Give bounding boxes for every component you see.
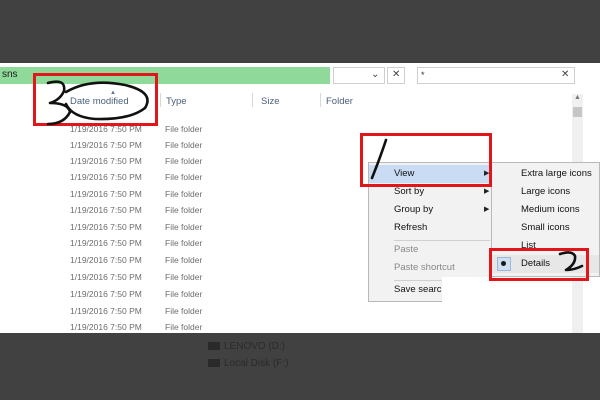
menu-item-label: Sort by	[394, 186, 425, 197]
drive-item-local-disk[interactable]: Local Disk (F:)	[208, 358, 288, 369]
top-dark-area	[0, 0, 600, 63]
table-row[interactable]: 1/19/2016 7:50 PM File folder	[0, 138, 360, 154]
type-cell: File folder	[165, 322, 203, 332]
menu-item-label: Group by	[394, 204, 434, 215]
menu-item-paste-shortcut[interactable]: Paste shortcut	[369, 259, 493, 277]
date-cell: 1/19/2016 7:50 PM	[70, 140, 142, 150]
submenu-item-extra-large-icons[interactable]: Extra large icons	[492, 165, 599, 183]
address-text: sns	[2, 69, 18, 80]
table-row[interactable]: 1/19/2016 7:50 PM File folder	[0, 304, 360, 320]
address-dropdown[interactable]: ⌄	[333, 67, 385, 84]
table-row[interactable]: 1/19/2016 7:50 PM File folder	[0, 270, 360, 286]
close-icon[interactable]: ✕	[561, 69, 569, 80]
scroll-thumb[interactable]	[573, 107, 582, 117]
submenu-item-label: Extra large icons	[521, 168, 592, 179]
menu-item-label: Refresh	[394, 222, 428, 233]
type-cell: File folder	[165, 156, 203, 166]
submenu-item-label: Small icons	[521, 222, 570, 233]
date-cell: 1/19/2016 7:50 PM	[70, 289, 142, 299]
drive-label: Local Disk (F:)	[224, 358, 289, 369]
annotation-box-details	[489, 248, 589, 281]
type-cell: File folder	[165, 140, 203, 150]
drive-label: LENOVO (D:)	[224, 341, 286, 352]
menu-item-group-by[interactable]: Group by ▶	[369, 201, 493, 219]
menu-item-refresh[interactable]: Refresh	[369, 219, 493, 237]
table-row[interactable]: 1/19/2016 7:50 PM File folder	[0, 170, 360, 186]
chevron-right-icon: ▶	[484, 206, 490, 213]
date-cell: 1/19/2016 7:50 PM	[70, 238, 142, 248]
column-header-type[interactable]: Type	[166, 96, 187, 107]
table-row[interactable]: 1/19/2016 7:50 PM File folder	[0, 154, 360, 170]
type-cell: File folder	[165, 189, 203, 199]
annotation-box-view	[360, 133, 492, 187]
table-row[interactable]: 1/19/2016 7:50 PM File folder	[0, 287, 360, 303]
type-cell: File folder	[165, 222, 203, 232]
type-cell: File folder	[165, 289, 203, 299]
date-cell: 1/19/2016 7:50 PM	[70, 272, 142, 282]
date-cell: 1/19/2016 7:50 PM	[70, 189, 142, 199]
submenu-item-label: Medium icons	[521, 204, 580, 215]
menu-item-label: Paste	[394, 244, 419, 255]
menu-item-paste[interactable]: Paste	[369, 241, 493, 259]
drive-icon	[208, 342, 220, 351]
type-cell: File folder	[165, 306, 203, 316]
column-divider[interactable]	[160, 93, 161, 107]
type-cell: File folder	[165, 205, 203, 215]
close-icon[interactable]: ✕	[392, 69, 400, 80]
drive-item-lenovo[interactable]: LENOVO (D:)	[208, 341, 285, 352]
date-cell: 1/19/2016 7:50 PM	[70, 205, 142, 215]
type-cell: File folder	[165, 255, 203, 265]
type-cell: File folder	[165, 238, 203, 248]
submenu-item-small-icons[interactable]: Small icons	[492, 219, 599, 237]
submenu-item-label: Large icons	[521, 186, 571, 197]
date-cell: 1/19/2016 7:50 PM	[70, 172, 142, 182]
date-cell: 1/19/2016 7:50 PM	[70, 306, 142, 316]
type-cell: File folder	[165, 272, 203, 282]
search-text: *	[421, 70, 425, 80]
date-cell: 1/19/2016 7:50 PM	[70, 322, 142, 332]
annotation-box-date-modified	[33, 73, 158, 126]
date-cell: 1/19/2016 7:50 PM	[70, 255, 142, 265]
table-row[interactable]: 1/19/2016 7:50 PM File folder	[0, 203, 360, 219]
menu-item-label: Paste shortcut	[394, 262, 455, 273]
column-header-size[interactable]: Size	[261, 96, 279, 107]
date-cell: 1/19/2016 7:50 PM	[70, 222, 142, 232]
column-divider[interactable]	[320, 93, 321, 107]
blank-overlay	[442, 277, 558, 317]
table-row[interactable]: 1/19/2016 7:50 PM File folder	[0, 220, 360, 236]
date-cell: 1/19/2016 7:50 PM	[70, 156, 142, 166]
bottom-dark-area: LENOVO (D:) Local Disk (F:)	[0, 333, 600, 400]
submenu-item-large-icons[interactable]: Large icons	[492, 183, 599, 201]
table-row[interactable]: 1/19/2016 7:50 PM File folder	[0, 253, 360, 269]
submenu-item-medium-icons[interactable]: Medium icons	[492, 201, 599, 219]
column-divider[interactable]	[252, 93, 253, 107]
chevron-right-icon: ▶	[484, 188, 490, 195]
drive-icon	[208, 359, 220, 368]
type-cell: File folder	[165, 124, 203, 134]
column-header-folder[interactable]: Folder	[326, 96, 353, 107]
clear-address-button[interactable]: ✕	[387, 67, 405, 84]
table-row[interactable]: 1/19/2016 7:50 PM File folder	[0, 236, 360, 252]
table-row[interactable]: 1/19/2016 7:50 PM File folder	[0, 187, 360, 203]
chevron-down-icon[interactable]: ⌄	[371, 69, 379, 80]
menu-item-label: Save search	[394, 284, 447, 295]
scroll-up-icon[interactable]: ▲	[574, 94, 581, 101]
type-cell: File folder	[165, 172, 203, 182]
search-input[interactable]: * ✕	[417, 67, 575, 84]
